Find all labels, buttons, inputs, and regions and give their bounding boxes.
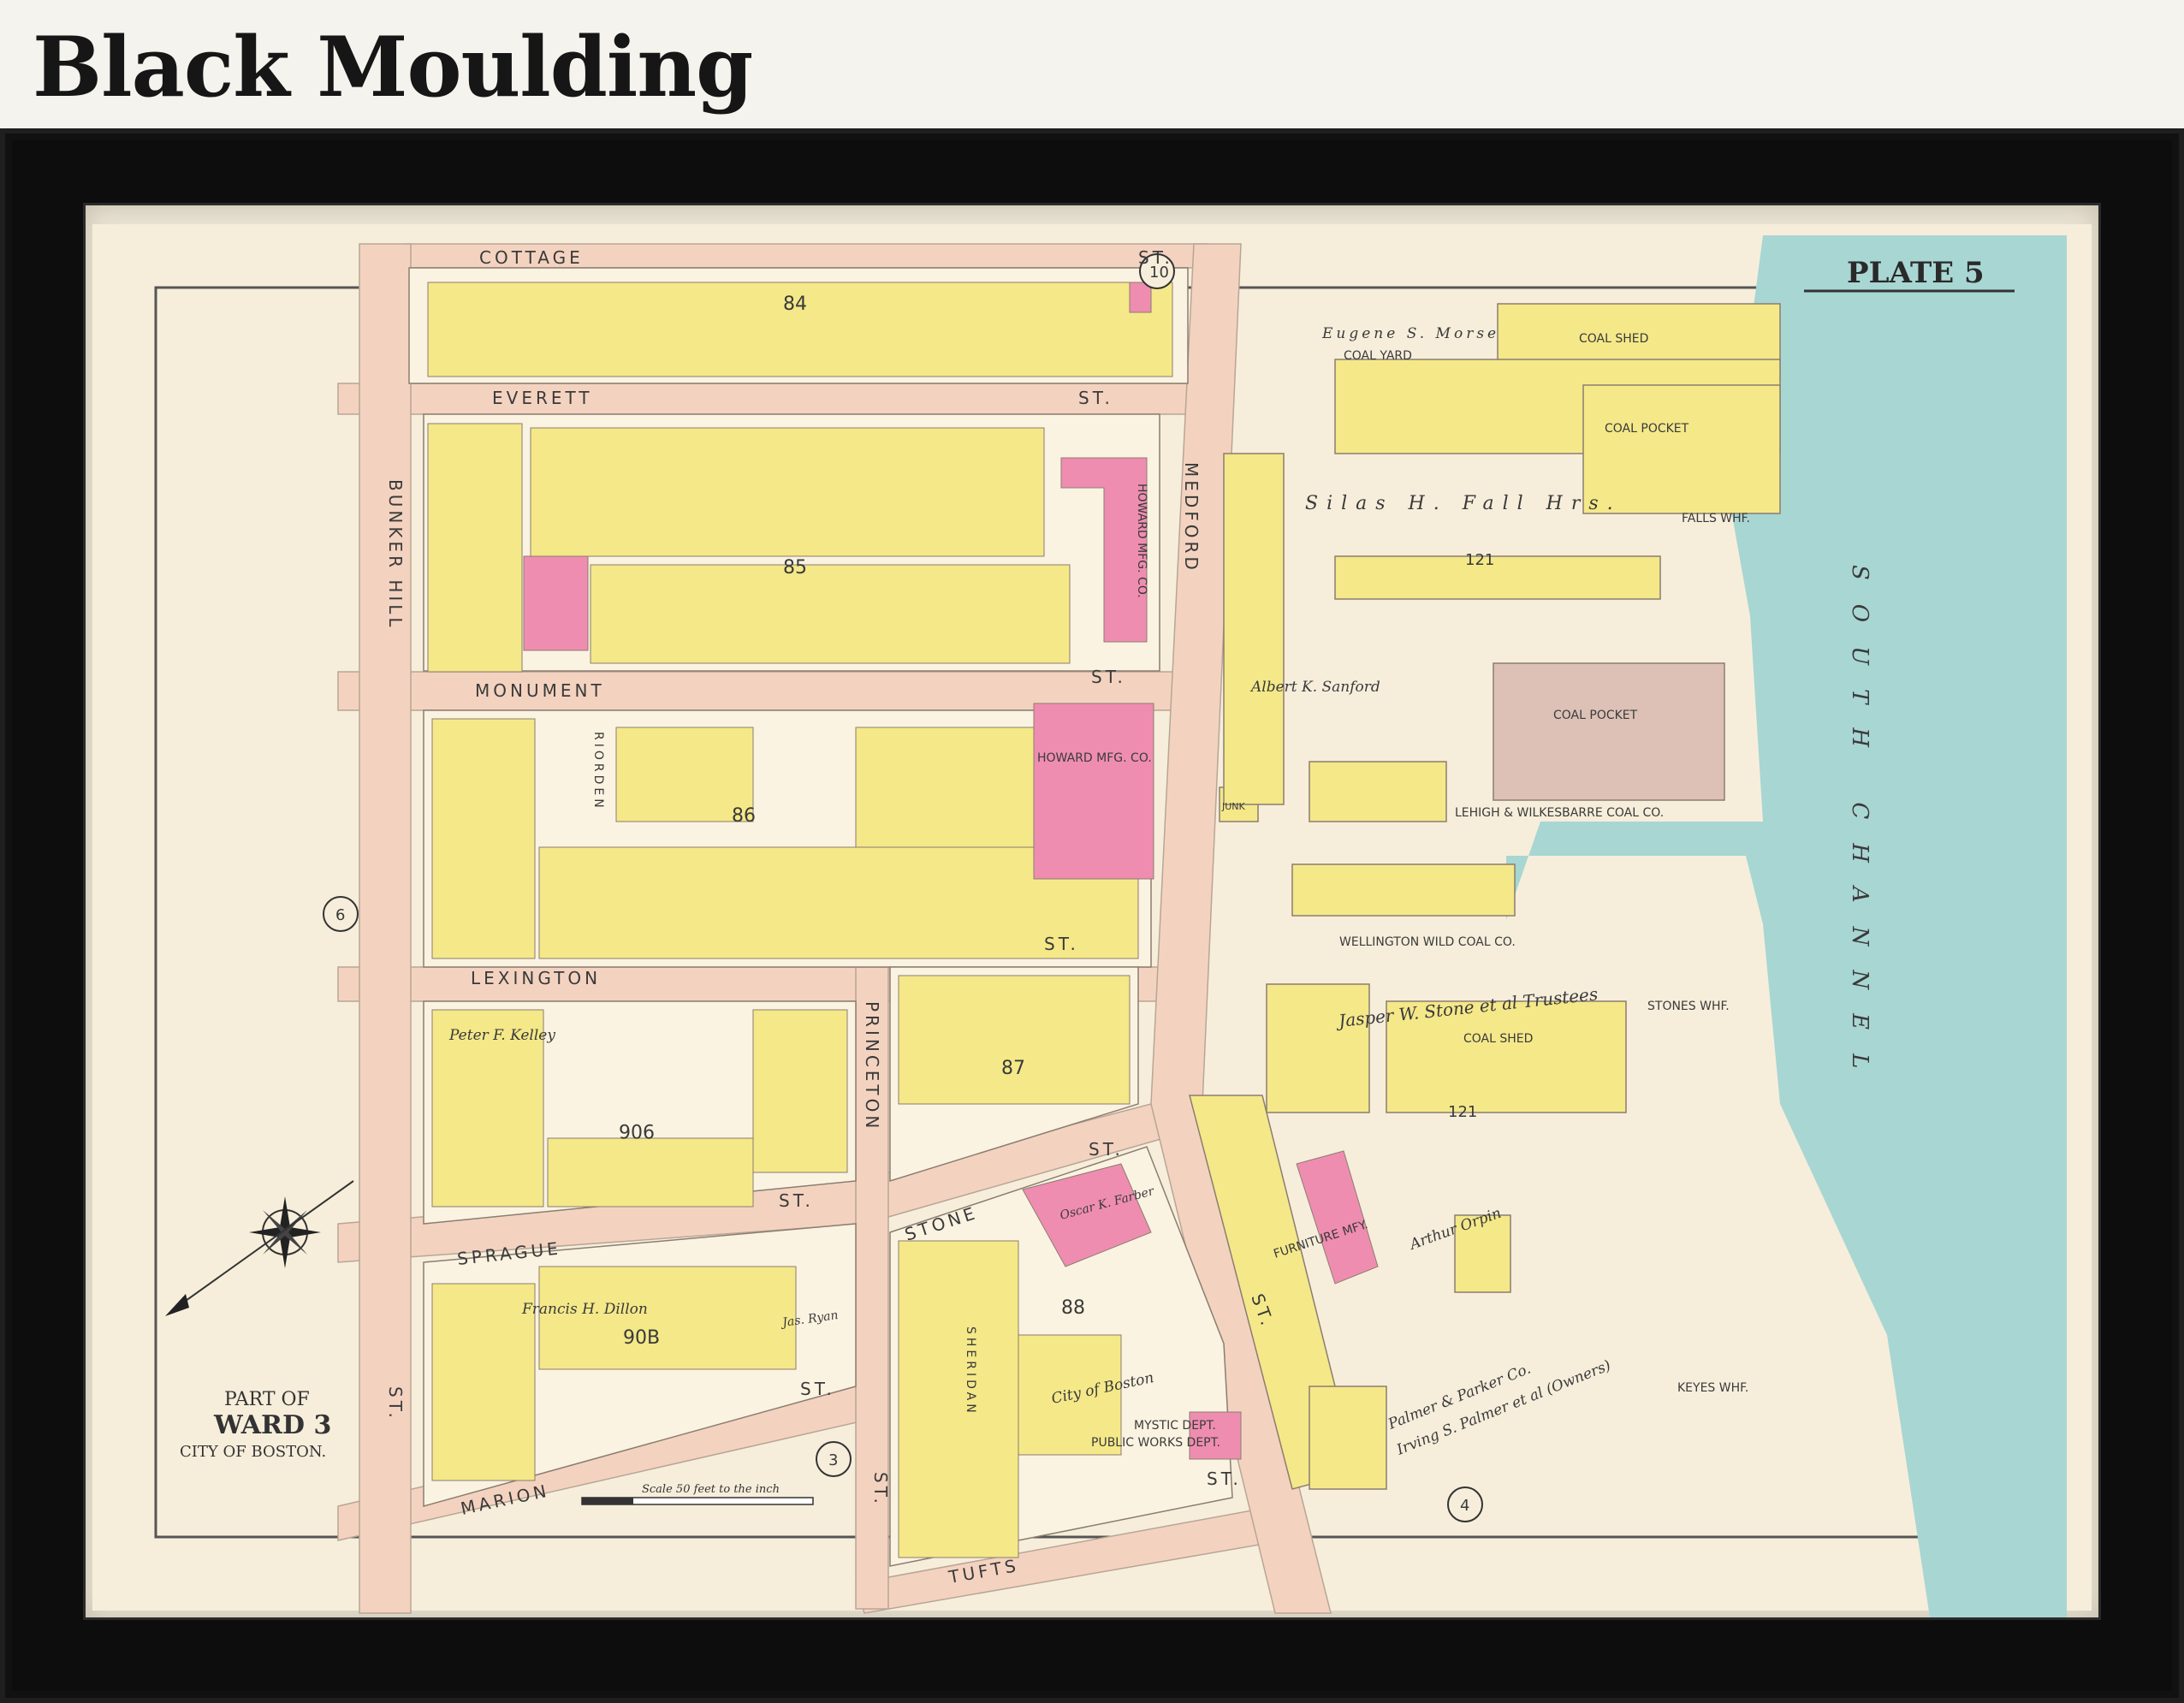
street-bunker-hill: BUNKER HILL [385,479,406,631]
palmer-yard [1309,1386,1387,1490]
street-medford: MEDFORD [1181,462,1202,573]
pink-small [1129,282,1152,313]
street-riorden: RIORDEN [591,732,605,811]
bldg-howard-mfg-1: HOWARD MFG. CO. [1135,484,1148,598]
street-st-tufts: ST. [1207,1469,1242,1489]
plate-title: PLATE 5 [1847,256,1985,290]
owner-albert-sanford: Albert K. Sanford [1249,679,1380,696]
ward-block-line1: PART OF [224,1389,310,1410]
jasper-west [1266,983,1370,1113]
street-cottage: COTTAGE [479,247,584,268]
block-number-86: 86 [732,805,756,827]
coal-pocket-2 [1493,662,1725,801]
silas-row [1334,555,1661,600]
bldg-coal-shed-2: COAL SHED [1463,1032,1533,1046]
bldg-coal-pocket-2: COAL POCKET [1553,709,1638,722]
owner-eugene-morse: Eugene S. Morse [1321,325,1499,342]
lot [752,1009,848,1173]
bldg-junk: JUNK [1221,801,1246,812]
owner-francis-dillon: Francis H. Dillon [521,1301,648,1318]
street-st-sprague: ST. [779,1190,814,1211]
street-princeton: PRINCETON [862,1001,882,1131]
ward-block-line3: CITY OF BOSTON. [180,1443,326,1461]
lot [427,423,523,673]
circle-label-6: 6 [335,906,345,924]
block-number-906: 906 [619,1119,655,1141]
bldg-falls-whf: FALLS WHF. [1682,512,1750,525]
circle-label-4: 4 [1460,1497,1469,1515]
scale-bar [581,1497,814,1505]
lot-number-121a: 121 [1465,551,1494,569]
bldg-coal-yard: COAL YARD [1344,349,1412,363]
south-channel-label: SOUTH CHANNEL [1847,565,1872,1092]
block-number-84: 84 [783,294,807,315]
lot [898,975,1131,1105]
bldg-lehigh: LEHIGH & WILKESBARRE COAL CO. [1455,806,1664,820]
scale-bar-fill [582,1498,633,1504]
street-sheridan: SHERIDAN [964,1326,977,1416]
lehigh-bldg [1309,761,1447,822]
lehigh-row [1291,863,1516,917]
street-everett: EVERETT [492,388,593,408]
fire-engine-lot [523,555,589,651]
circle-label-10: 10 [1149,264,1169,282]
lot [855,727,1036,848]
owner-peter-kelley: Peter F. Kelley [448,1027,555,1044]
lot [431,718,536,959]
street-st-princeton: ST. [870,1472,891,1507]
street-lexington: LEXINGTON [471,968,601,988]
bldg-keyes-whf: KEYES WHF. [1677,1381,1748,1395]
bldg-public-works: PUBLIC WORKS DEPT. [1091,1436,1220,1450]
lot [590,564,1071,664]
lot [898,1240,1019,1558]
medford-lots [1223,453,1285,805]
street-st-monument: ST. [1091,667,1126,687]
street-monument: MONUMENT [475,680,605,701]
bldg-coal-pocket: COAL POCKET [1605,422,1689,436]
lot [547,1137,754,1208]
street-st-stone: ST. [1089,1139,1124,1160]
street-st-everett: ST. [1078,388,1113,408]
block-number-88: 88 [1061,1297,1085,1319]
street-st-bunker: ST. [385,1386,406,1421]
bldg-howard-mfg-2: HOWARD MFG. CO. [1037,751,1152,765]
lot [431,1283,536,1481]
scale-text: Scale 50 feet to the inch [642,1483,780,1496]
block-number-90b: 90B [623,1327,660,1349]
lot [538,1266,797,1370]
street-st-lexington: ST. [1044,934,1079,954]
lot [530,427,1045,557]
lot-number-121b: 121 [1448,1103,1477,1121]
ward-block-line2: WARD 3 [213,1410,331,1440]
street-st-marion: ST. [800,1379,835,1399]
bldg-stones-whf: STONES WHF. [1647,1000,1730,1013]
circle-label-3: 3 [828,1451,838,1469]
owner-silas-fall: Silas H. Fall Hrs. [1305,493,1622,514]
bldg-wellington: WELLINGTON WILD COAL CO. [1339,935,1516,949]
block-number-85: 85 [783,557,807,579]
bldg-coal-shed: COAL SHED [1579,332,1648,346]
plat-map: PLATE 5 COTTAGE EVERETT MONUMENT LEXINGT… [92,224,2092,1617]
howard-mfg-lot-2 [1033,703,1154,880]
everett-st-band [337,383,1208,415]
bldg-mystic: MYSTIC DEPT. [1134,1419,1216,1433]
block-number-87: 87 [1001,1058,1025,1079]
